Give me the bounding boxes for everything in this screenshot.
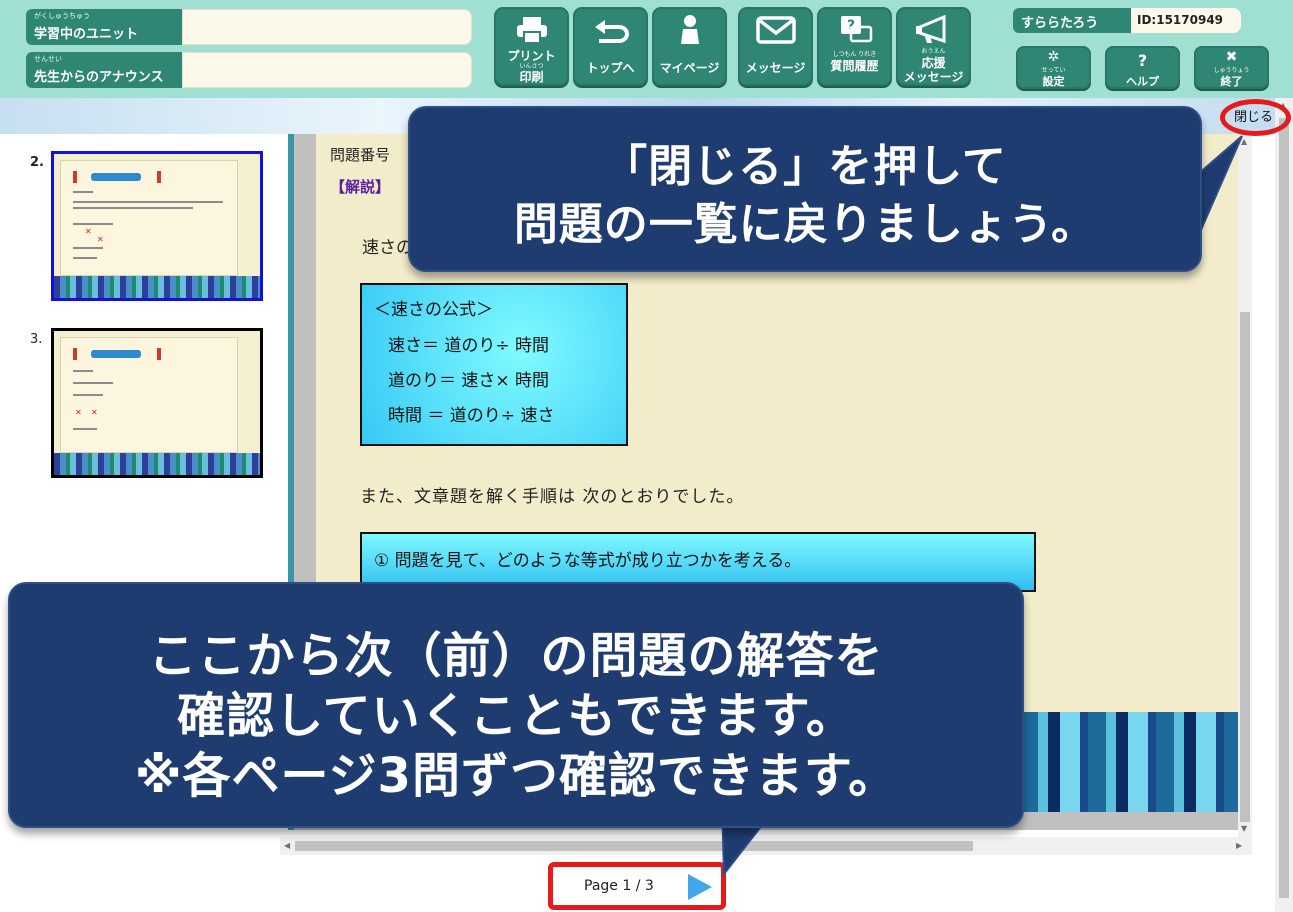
print-button[interactable]: プリント いんさつ 印刷 xyxy=(494,7,569,86)
user-name: すららたろう xyxy=(1013,8,1131,33)
scrollbar-thumb[interactable] xyxy=(1240,312,1250,822)
thumbnail-mark xyxy=(73,171,77,183)
exit-label: 終了 xyxy=(1220,75,1243,88)
question-history-label: 質問履歴 xyxy=(830,59,879,73)
instruction-callout-top: 「閉じる」を押して 問題の一覧に戻りましょう。 xyxy=(408,106,1202,272)
thumbnail-line xyxy=(73,191,93,193)
settings-button[interactable]: ✲ せってい 設定 xyxy=(1016,46,1091,89)
support-label-2: メッセージ xyxy=(903,70,964,84)
message-button[interactable]: メッセージ xyxy=(738,7,813,86)
thumbnail-strip xyxy=(54,276,260,298)
thumbnail-pill xyxy=(91,350,141,358)
callout-bottom-line-3: ※各ページ3問ずつ確認できます。 xyxy=(134,748,898,804)
support-message-button[interactable]: おうえん 応援 メッセージ xyxy=(896,7,971,86)
person-icon xyxy=(654,15,725,45)
next-page-arrow-icon[interactable] xyxy=(688,874,712,900)
thumbnail-selected[interactable]: ✕ ✕ xyxy=(51,151,263,301)
formula-line: 速さ＝ 道のり÷ 時間 xyxy=(388,336,550,356)
thumbnail-line xyxy=(73,394,103,396)
thumbnail-number: 3. xyxy=(30,332,43,347)
thumbnail-line xyxy=(73,247,103,249)
thumbnail-pill xyxy=(91,173,141,181)
thumbnail-line xyxy=(73,207,193,209)
question-number: 問題番号 xyxy=(330,146,391,164)
speed-formula-box: ＜速さの公式＞ 速さ＝ 道のり÷ 時間 道のり＝ 速さ× 時間 時間 ＝ 道のり… xyxy=(360,283,628,446)
thumbnail-wrong-mark: ✕ xyxy=(75,408,82,417)
content-decoration xyxy=(1020,712,1238,812)
scroll-right-arrow-icon[interactable]: ▶ xyxy=(1236,841,1242,850)
announcement-row: せんせい 先生からのアナウンス xyxy=(26,52,472,88)
thumbnail-strip xyxy=(54,453,260,475)
user-id: ID:15170949 xyxy=(1131,8,1241,33)
thumbnail-sheet: ✕ ✕ xyxy=(60,160,238,276)
current-unit-row: がくしゅうちゅう 学習中のユニット xyxy=(26,9,472,45)
scroll-down-arrow-icon[interactable]: ▼ xyxy=(1241,824,1247,833)
thumbnail-sheet: ✕ ✕ xyxy=(60,337,238,453)
help-label: ヘルプ xyxy=(1126,75,1159,88)
current-unit-field xyxy=(182,9,472,45)
help-icon: ? xyxy=(1137,51,1148,70)
announcement-text: 先生からのアナウンス xyxy=(34,70,164,85)
question-history-button[interactable]: ? しつもん りれき 質問履歴 xyxy=(817,7,892,86)
thumbnail-line xyxy=(73,428,97,430)
announcement-field xyxy=(182,52,472,88)
scrollbar-thumb[interactable] xyxy=(1279,118,1289,898)
gear-icon: ✲ xyxy=(1047,49,1060,65)
callout-top-line-1: 「閉じる」を押して xyxy=(603,141,1007,192)
return-arrow-icon xyxy=(575,15,646,45)
thumbnail-wrong-mark: ✕ xyxy=(91,408,98,417)
top-header: がくしゅうちゅう 学習中のユニット せんせい 先生からのアナウンス プリント い… xyxy=(0,0,1293,98)
thumbnail-line xyxy=(73,223,113,225)
close-icon: ✖ xyxy=(1225,49,1238,65)
envelope-icon xyxy=(740,15,811,45)
explanation-intro: 速さの xyxy=(362,238,413,258)
current-unit-label: がくしゅうちゅう 学習中のユニット xyxy=(26,9,182,45)
thumbnail-line xyxy=(73,201,223,203)
page-vertical-scrollbar[interactable]: ▲ xyxy=(1275,98,1293,912)
step-text: ① 問題を見て、どのような等式が成り立つかを考える。 xyxy=(374,551,802,571)
scroll-left-arrow-icon[interactable]: ◀ xyxy=(284,841,290,850)
printer-icon xyxy=(496,15,567,45)
thumbnail-mark xyxy=(157,348,161,360)
announcement-ruby: せんせい xyxy=(34,55,62,63)
steps-intro: また、文章題を解く手順は 次のとおりでした。 xyxy=(360,487,745,507)
thumbnail-wrong-mark: ✕ xyxy=(85,227,92,236)
mypage-button[interactable]: マイページ xyxy=(652,7,727,86)
top-page-button[interactable]: トップへ xyxy=(573,7,648,86)
formula-title: ＜速さの公式＞ xyxy=(374,300,493,320)
thumbnail-line xyxy=(73,257,97,259)
thumbnail-line xyxy=(73,370,93,372)
mypage-label: マイページ xyxy=(659,61,720,75)
current-unit-text: 学習中のユニット xyxy=(34,27,139,42)
print-label-2: 印刷 xyxy=(519,70,544,84)
exit-button[interactable]: ✖ しゅうりょう 終了 xyxy=(1194,46,1269,89)
content-vertical-scrollbar[interactable]: ▲ ▼ xyxy=(1238,134,1252,837)
help-button[interactable]: ? ヘルプ xyxy=(1105,46,1180,89)
explanation-heading: 【解説】 xyxy=(330,178,391,196)
scrollbar-thumb[interactable] xyxy=(295,841,973,851)
thumbnail-mark xyxy=(157,171,161,183)
thumbnail-wrong-mark: ✕ xyxy=(97,235,104,244)
instruction-callout-bottom: ここから次（前）の問題の解答を 確認していくこともできます。 ※各ページ3問ずつ… xyxy=(8,582,1024,828)
formula-line: 時間 ＝ 道のり÷ 速さ xyxy=(388,406,555,426)
current-unit-ruby: がくしゅうちゅう xyxy=(34,12,90,20)
callout-top-line-2: 問題の一覧に戻りましょう。 xyxy=(513,199,1097,250)
top-page-label: トップへ xyxy=(586,61,635,75)
formula-line: 道のり＝ 速さ× 時間 xyxy=(388,371,550,391)
announcement-label: せんせい 先生からのアナウンス xyxy=(26,52,182,88)
settings-label: 設定 xyxy=(1042,75,1065,88)
thumbnail-line xyxy=(73,382,113,384)
page-indicator: Page 1 / 3 xyxy=(584,878,654,894)
megaphone-icon xyxy=(898,15,969,45)
thumbnail-number: 2. xyxy=(30,155,44,170)
question-chat-icon: ? xyxy=(819,15,890,45)
thumbnail-item[interactable]: ✕ ✕ xyxy=(51,328,263,478)
message-label: メッセージ xyxy=(745,61,806,75)
thumbnail-mark xyxy=(73,348,77,360)
